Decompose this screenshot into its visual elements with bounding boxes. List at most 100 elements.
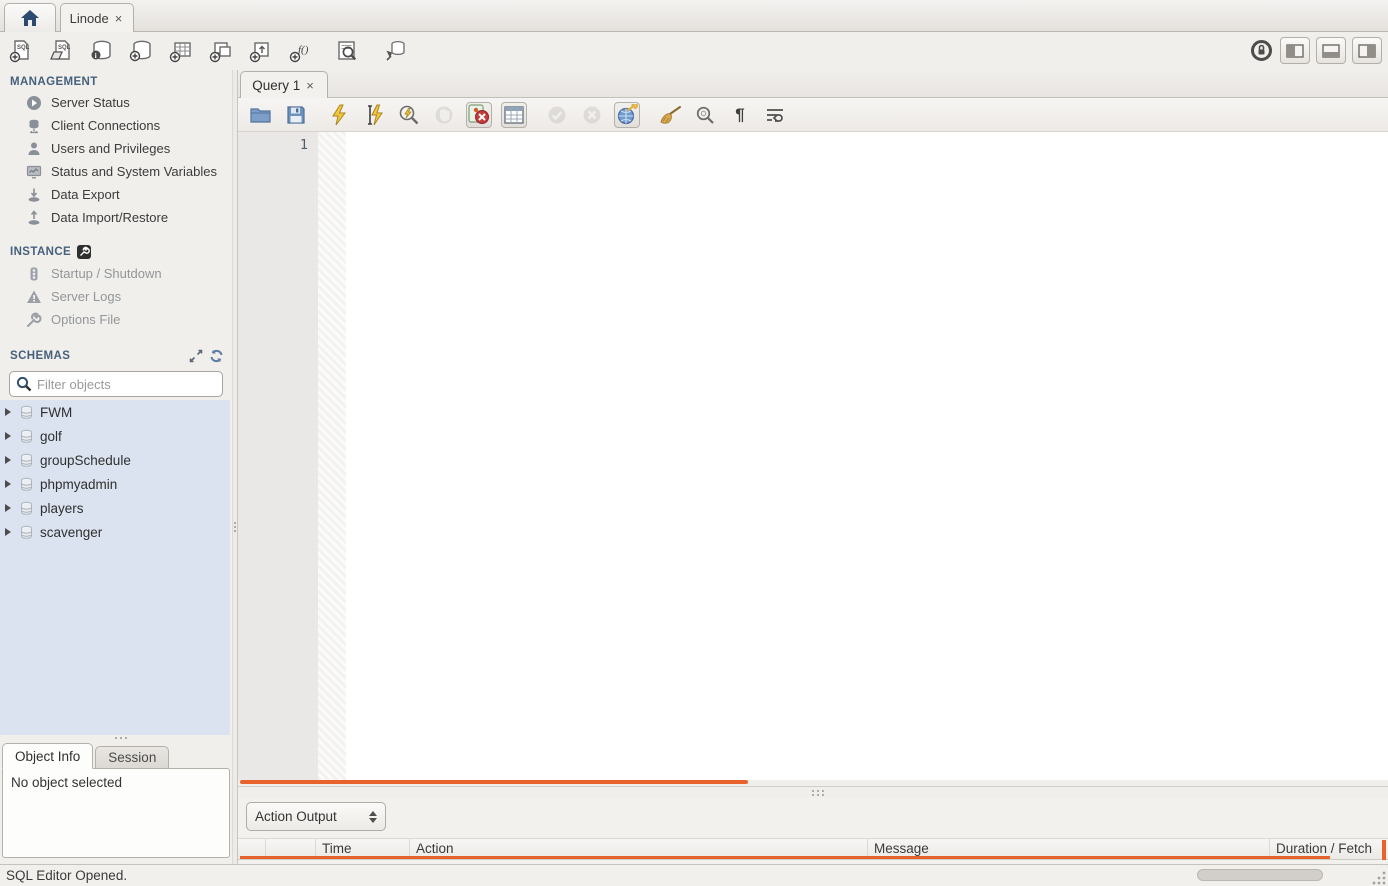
status-bar: SQL Editor Opened. <box>0 864 1388 886</box>
sidebar-item-label: Data Export <box>51 187 120 202</box>
create-procedure-icon[interactable] <box>248 38 274 64</box>
execute-current-button[interactable] <box>361 102 387 128</box>
startup-shutdown-icon <box>25 265 42 282</box>
object-info-splitter[interactable] <box>0 734 232 742</box>
refresh-schemas-icon[interactable] <box>209 349 224 363</box>
schema-icon <box>19 429 34 444</box>
schema-row-fwm[interactable]: FWM <box>0 400 230 424</box>
combo-spinner-icon <box>369 811 377 823</box>
schema-row-scavenger[interactable]: scavenger <box>0 520 230 544</box>
editor-horizontal-scrollbar[interactable] <box>240 780 748 784</box>
code-fold-strip <box>318 132 346 780</box>
schema-row-groupschedule[interactable]: groupSchedule <box>0 448 230 472</box>
expander-triangle-icon[interactable] <box>5 408 11 416</box>
instance-section-title: INSTANCE <box>0 239 232 262</box>
tab-query-1[interactable]: Query 1 × <box>240 71 328 98</box>
schemas-title-label: SCHEMAS <box>10 350 70 362</box>
open-sql-script-icon[interactable]: SQL <box>48 38 74 64</box>
sidebar-item-users-and-privileges[interactable]: Users and Privileges <box>0 137 232 160</box>
inspect-database-icon[interactable]: i <box>88 38 114 64</box>
line-number-gutter: 1 <box>238 132 318 780</box>
schema-icon <box>19 405 34 420</box>
expand-schemas-icon[interactable] <box>189 349 203 363</box>
close-icon[interactable]: × <box>113 12 125 25</box>
sidebar-item-client-connections[interactable]: Client Connections <box>0 114 232 137</box>
toggle-wrap-button[interactable] <box>762 102 788 128</box>
schema-name: phpmyadmin <box>40 477 117 492</box>
expander-triangle-icon[interactable] <box>5 432 11 440</box>
rollback-button[interactable] <box>579 102 605 128</box>
sidebar-item-data-export[interactable]: Data Export <box>0 183 232 206</box>
schema-name: golf <box>40 429 62 444</box>
home-tab[interactable] <box>4 3 56 32</box>
limit-rows-button[interactable] <box>501 102 527 128</box>
output-splitter[interactable] <box>238 786 1388 798</box>
schemas-section-title: SCHEMAS <box>0 343 232 366</box>
sidebar-item-label: Client Connections <box>51 118 160 133</box>
toggle-stop-on-error-button[interactable] <box>466 102 492 128</box>
toggle-left-sidebar-button[interactable] <box>1280 37 1310 64</box>
bottom-scrollbar-thumb[interactable] <box>1197 869 1323 881</box>
schema-row-players[interactable]: players <box>0 496 230 520</box>
tab-session[interactable]: Session <box>95 746 169 769</box>
open-script-button[interactable] <box>248 102 274 128</box>
schema-row-golf[interactable]: golf <box>0 424 230 448</box>
output-horizontal-scrollbar[interactable] <box>240 856 1330 859</box>
toggle-autocommit-button[interactable] <box>614 102 640 128</box>
create-table-icon[interactable] <box>168 38 194 64</box>
sidebar-item-options-file[interactable]: Options File <box>0 308 232 331</box>
connection-tab-linode[interactable]: Linode × <box>60 3 134 32</box>
find-button[interactable] <box>692 102 718 128</box>
expander-triangle-icon[interactable] <box>5 456 11 464</box>
new-sql-tab-icon[interactable]: SQL <box>8 38 34 64</box>
reconnect-database-icon[interactable] <box>382 38 408 64</box>
toggle-invisibles-button[interactable]: ¶ <box>727 102 753 128</box>
filter-objects-input[interactable] <box>37 377 216 392</box>
explain-button[interactable] <box>396 102 422 128</box>
object-info-panel: No object selected <box>2 768 230 858</box>
toggle-bottom-panel-button[interactable] <box>1316 37 1346 64</box>
beautify-button[interactable] <box>657 102 683 128</box>
sidebar-item-data-import[interactable]: Data Import/Restore <box>0 206 232 229</box>
sql-editor[interactable]: 1 <box>238 132 1388 780</box>
window-resize-grip-icon[interactable] <box>1372 871 1386 885</box>
create-schema-icon[interactable] <box>128 38 154 64</box>
schema-row-phpmyadmin[interactable]: phpmyadmin <box>0 472 230 496</box>
lightning-icon <box>330 104 348 126</box>
output-vertical-scrollbar[interactable] <box>1382 840 1386 860</box>
connection-lock-icon <box>1248 38 1274 64</box>
options-file-icon <box>25 311 42 328</box>
execute-button[interactable] <box>326 102 352 128</box>
expander-triangle-icon[interactable] <box>5 504 11 512</box>
schema-icon <box>19 453 34 468</box>
commit-button[interactable] <box>544 102 570 128</box>
output-type-select[interactable]: Action Output <box>246 802 386 831</box>
schema-icon <box>19 525 34 540</box>
client-connections-icon <box>25 117 42 134</box>
save-script-button[interactable] <box>283 102 309 128</box>
server-logs-icon <box>25 288 42 305</box>
create-view-icon[interactable] <box>208 38 234 64</box>
schema-filter[interactable] <box>9 371 223 397</box>
sidebar-item-server-logs[interactable]: Server Logs <box>0 285 232 308</box>
stop-button[interactable] <box>431 102 457 128</box>
open-folder-icon <box>250 106 272 124</box>
tab-object-info[interactable]: Object Info <box>2 743 93 769</box>
sidebar-item-status-system-variables[interactable]: Status and System Variables <box>0 160 232 183</box>
schema-name: groupSchedule <box>40 453 131 468</box>
close-icon[interactable]: × <box>304 79 316 92</box>
expander-triangle-icon[interactable] <box>5 480 11 488</box>
create-function-icon[interactable]: f() <box>288 38 314 64</box>
svg-text:i: i <box>95 51 97 60</box>
search-icon <box>16 376 32 392</box>
toggle-right-sidebar-button[interactable] <box>1352 37 1382 64</box>
sidebar-item-server-status[interactable]: Server Status <box>0 91 232 114</box>
search-table-data-icon[interactable] <box>334 38 360 64</box>
pilcrow-icon: ¶ <box>735 105 744 125</box>
users-icon <box>25 140 42 157</box>
expander-triangle-icon[interactable] <box>5 528 11 536</box>
sidebar-item-startup-shutdown[interactable]: Startup / Shutdown <box>0 262 232 285</box>
lightning-cursor-icon <box>364 104 384 126</box>
navigator-sidebar: MANAGEMENT Server Status Client Connecti… <box>0 70 232 864</box>
sidebar-item-label: Server Status <box>51 95 130 110</box>
